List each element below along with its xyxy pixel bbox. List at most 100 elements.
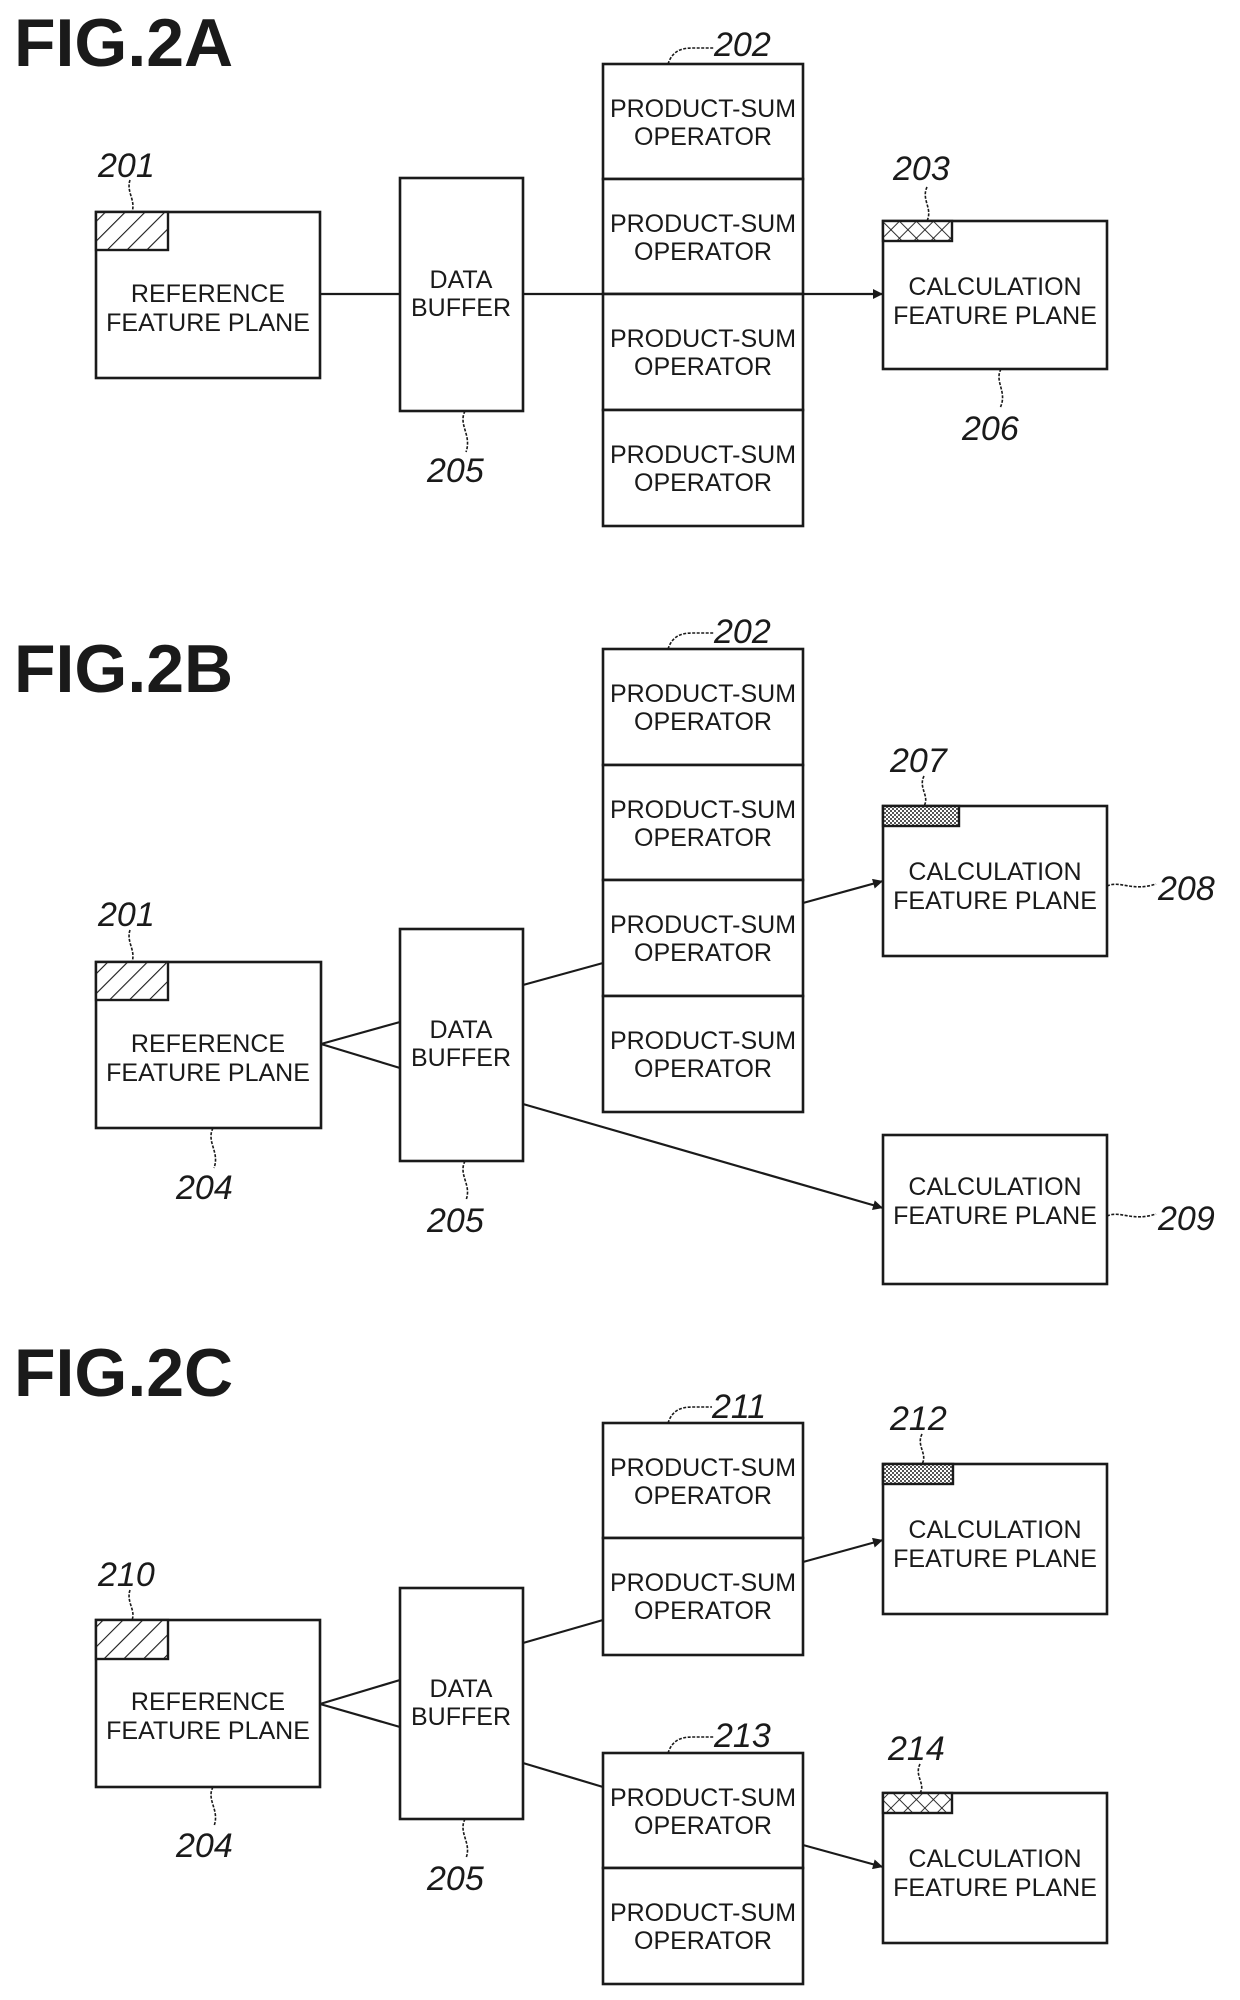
- cross-hatch-tab: [881, 219, 954, 243]
- box-label-line2: OPERATOR: [634, 123, 772, 151]
- leader-line: [917, 1763, 923, 1794]
- box-label-line1: CALCULATION: [908, 273, 1081, 301]
- box-label-line1: PRODUCT-SUM: [610, 1454, 796, 1482]
- box-label-line2: FEATURE PLANE: [893, 1545, 1097, 1573]
- box-label-line1: CALCULATION: [908, 858, 1081, 886]
- box-label-line1: REFERENCE: [131, 280, 285, 308]
- connector-line: [320, 1020, 401, 1046]
- ref-number: 201: [97, 147, 155, 185]
- box-label-line2: FEATURE PLANE: [893, 302, 1097, 330]
- leader-line: [919, 1433, 925, 1465]
- ref-number: 201: [97, 896, 155, 934]
- cross-hatch-tab: [881, 1791, 954, 1815]
- figure-title: FIG.2C: [14, 1335, 233, 1411]
- calculation-feature-plane: CALCULATION FEATURE PLANE: [881, 219, 1109, 371]
- ref-number: 202: [713, 26, 771, 64]
- figure-2c: FIG.2C REFERENCE FEATURE PLANE 210 204 D…: [14, 1335, 1109, 1986]
- operator-cell: PRODUCT-SUM OPERATOR: [601, 62, 805, 181]
- ref-number: 210: [97, 1556, 155, 1594]
- calculation-feature-plane-1: CALCULATION FEATURE PLANE: [881, 1462, 1109, 1616]
- figure-title: FIG.2B: [14, 631, 233, 707]
- data-buffer: DATA BUFFER: [398, 927, 525, 1163]
- dotted-tab: [881, 1462, 955, 1486]
- ref-number: 206: [961, 410, 1019, 448]
- reference-feature-plane: REFERENCE FEATURE PLANE: [94, 1618, 322, 1789]
- operator-cell: PRODUCT-SUM OPERATOR: [601, 408, 805, 528]
- box-label-line1: CALCULATION: [908, 1173, 1081, 1201]
- leader-line: [210, 1127, 217, 1169]
- operator-cell: PRODUCT-SUM OPERATOR: [601, 878, 805, 998]
- box-label-line1: PRODUCT-SUM: [610, 1569, 796, 1597]
- calculation-feature-plane-2: CALCULATION FEATURE PLANE: [881, 1133, 1109, 1286]
- calculation-feature-plane-1: CALCULATION FEATURE PLANE: [881, 804, 1109, 958]
- leader-line: [667, 47, 714, 65]
- arrow-line: [522, 1102, 884, 1211]
- ref-number: 204: [175, 1169, 233, 1207]
- ref-number: 211: [711, 1388, 766, 1426]
- leader-line: [128, 929, 134, 963]
- ref-number: 207: [889, 742, 948, 780]
- box-label-line1: DATA: [430, 1016, 493, 1044]
- box-label-line1: PRODUCT-SUM: [610, 911, 796, 939]
- data-buffer: DATA BUFFER: [398, 1586, 525, 1821]
- ref-number: 205: [426, 1860, 484, 1898]
- arrow-line: [802, 1843, 884, 1870]
- connector-line: [522, 1618, 604, 1645]
- ref-number: 212: [889, 1400, 947, 1438]
- box-label-line2: FEATURE PLANE: [893, 1874, 1097, 1902]
- box-label-line1: PRODUCT-SUM: [610, 680, 796, 708]
- ref-number: 205: [426, 452, 484, 490]
- leader-line: [1106, 1213, 1157, 1218]
- reference-feature-plane: REFERENCE FEATURE PLANE: [94, 210, 322, 380]
- ref-number: 202: [713, 613, 771, 651]
- operator-group-2: PRODUCT-SUM OPERATOR PRODUCT-SUM OPERATO…: [601, 1751, 805, 1986]
- ref-number: 204: [175, 1827, 233, 1865]
- box-label-line1: DATA: [430, 1675, 493, 1703]
- box-label-line2: FEATURE PLANE: [106, 309, 310, 337]
- leader-line: [924, 186, 930, 222]
- operator-cell: PRODUCT-SUM OPERATOR: [601, 1536, 805, 1657]
- diagonal-hatch-tab: [94, 1618, 170, 1661]
- ref-number: 209: [1157, 1200, 1215, 1238]
- operator-cell: PRODUCT-SUM OPERATOR: [601, 1751, 805, 1870]
- reference-feature-plane: REFERENCE FEATURE PLANE: [94, 960, 323, 1130]
- operator-cell: PRODUCT-SUM OPERATOR: [601, 177, 805, 296]
- ref-number: 208: [1157, 870, 1215, 908]
- leader-line: [128, 1589, 134, 1621]
- box-label-line1: REFERENCE: [131, 1688, 285, 1716]
- operator-group: PRODUCT-SUM OPERATOR PRODUCT-SUM OPERATO…: [601, 62, 805, 528]
- patent-figure-sheet: FIG.2A REFERENCE FEATURE PLANE 201 DATA …: [14, 5, 1215, 1986]
- ref-number: 205: [426, 1202, 484, 1240]
- box-label-line1: PRODUCT-SUM: [610, 1899, 796, 1927]
- box-label-line1: PRODUCT-SUM: [610, 1784, 796, 1812]
- box-label-line2: BUFFER: [411, 1044, 511, 1072]
- leader-line: [210, 1786, 217, 1827]
- leader-line: [462, 410, 469, 453]
- operator-cell: PRODUCT-SUM OPERATOR: [601, 1421, 805, 1540]
- box-label-line1: PRODUCT-SUM: [610, 1027, 796, 1055]
- box-label-line1: REFERENCE: [131, 1030, 285, 1058]
- connector-line: [522, 1761, 604, 1789]
- box-label-line2: BUFFER: [411, 1703, 511, 1731]
- box-label-line2: FEATURE PLANE: [106, 1059, 310, 1087]
- box-label-line2: OPERATOR: [634, 708, 772, 736]
- box-label-line2: OPERATOR: [634, 939, 772, 967]
- figure-2b: FIG.2B REFERENCE FEATURE PLANE 201 204 D…: [14, 613, 1215, 1286]
- ref-number: 214: [887, 1730, 945, 1768]
- operator-cell: PRODUCT-SUM OPERATOR: [601, 994, 805, 1114]
- ref-number: 213: [713, 1717, 771, 1755]
- box-label-line2: OPERATOR: [634, 1055, 772, 1083]
- box-label-line1: CALCULATION: [908, 1516, 1081, 1544]
- dotted-tab: [881, 804, 961, 828]
- box-label-line2: OPERATOR: [634, 1482, 772, 1510]
- figure-title: FIG.2A: [14, 5, 233, 81]
- diagonal-hatch-tab: [94, 960, 170, 1002]
- leader-line: [462, 1160, 469, 1201]
- connector-line: [319, 1678, 401, 1706]
- box-label-line2: OPERATOR: [634, 238, 772, 266]
- leader-line: [921, 775, 927, 807]
- leader-line: [667, 632, 714, 650]
- leader-line: [998, 368, 1004, 409]
- arrow-line: [802, 1537, 884, 1564]
- data-buffer: DATA BUFFER: [398, 176, 525, 413]
